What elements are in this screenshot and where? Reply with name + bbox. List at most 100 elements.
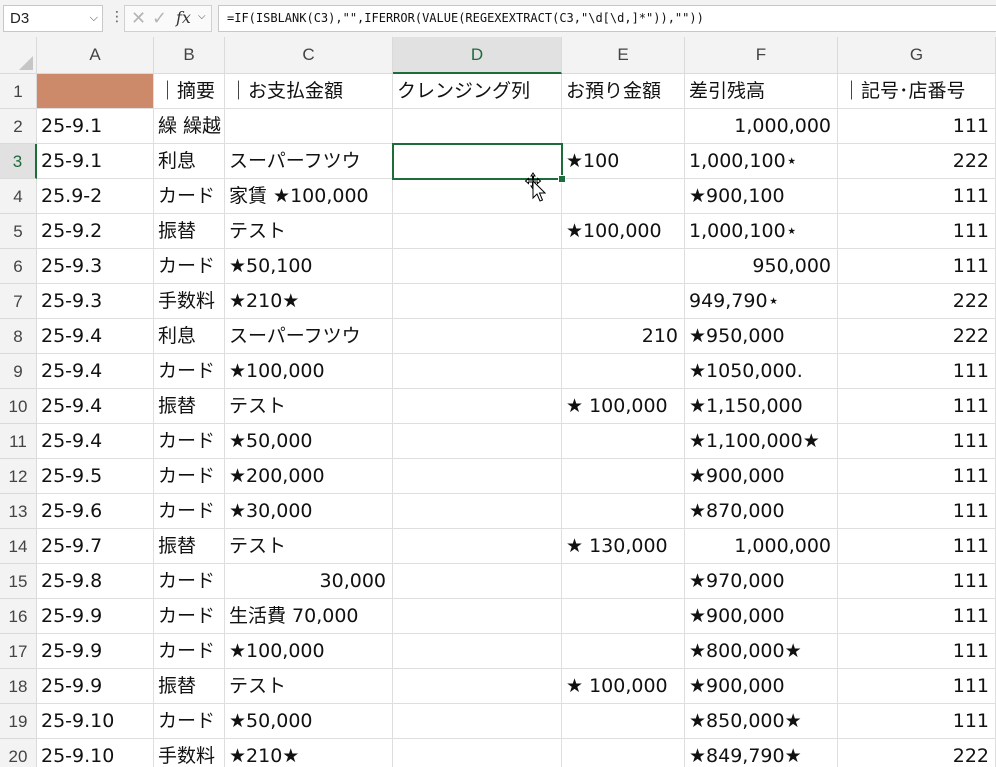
cell-c8[interactable]: スーパーフツウ [225, 319, 393, 354]
cell-b5[interactable]: 振替 [154, 214, 225, 249]
row-header-9[interactable]: 9 [0, 354, 37, 389]
cell-d8[interactable] [393, 319, 562, 354]
cell-d14[interactable] [393, 529, 562, 564]
cell-c2[interactable] [225, 109, 393, 144]
cell-f19[interactable]: ★850,000★ [685, 704, 838, 739]
cell-a20[interactable]: 25-9.10 [37, 739, 154, 767]
chevron-down-icon[interactable]: ⌵ [198, 11, 206, 22]
column-header-c[interactable]: C [225, 37, 393, 74]
cell-a6[interactable]: 25-9.3 [37, 249, 154, 284]
cell-a10[interactable]: 25-9.4 [37, 389, 154, 424]
cell-c11[interactable]: ★50,000 [225, 424, 393, 459]
cell-b2[interactable]: 繰 繰越 [154, 109, 225, 144]
cell-b11[interactable]: カード [154, 424, 225, 459]
cell-d18[interactable] [393, 669, 562, 704]
cell-g5[interactable]: 111 [838, 214, 996, 249]
cell-a17[interactable]: 25-9.9 [37, 634, 154, 669]
cell-b19[interactable]: カード [154, 704, 225, 739]
cell-f9[interactable]: ★1050,000. [685, 354, 838, 389]
cell-d10[interactable] [393, 389, 562, 424]
cell-d1[interactable]: クレンジング列 [393, 74, 562, 109]
cell-g20[interactable]: 222 [838, 739, 996, 767]
select-all-button[interactable] [0, 37, 37, 74]
row-header-8[interactable]: 8 [0, 319, 37, 354]
close-icon[interactable]: ✕ [131, 8, 146, 29]
cell-a8[interactable]: 25-9.4 [37, 319, 154, 354]
cell-g3[interactable]: 222 [838, 144, 996, 179]
cell-c12[interactable]: ★200,000 [225, 459, 393, 494]
row-header-14[interactable]: 14 [0, 529, 37, 564]
cell-f2[interactable]: 1,000,000 [685, 109, 838, 144]
cell-a7[interactable]: 25-9.3 [37, 284, 154, 319]
cell-g11[interactable]: 111 [838, 424, 996, 459]
cell-e1[interactable]: お預り金額 [562, 74, 685, 109]
cell-c14[interactable]: テスト [225, 529, 393, 564]
cell-c13[interactable]: ★30,000 [225, 494, 393, 529]
cell-b20[interactable]: 手数料 [154, 739, 225, 767]
cell-a12[interactable]: 25-9.5 [37, 459, 154, 494]
row-header-17[interactable]: 17 [0, 634, 37, 669]
cell-f18[interactable]: ★900,000 [685, 669, 838, 704]
row-header-7[interactable]: 7 [0, 284, 37, 319]
column-header-e[interactable]: E [562, 37, 685, 74]
cell-d12[interactable] [393, 459, 562, 494]
cell-a9[interactable]: 25-9.4 [37, 354, 154, 389]
row-header-11[interactable]: 11 [0, 424, 37, 459]
cell-f5[interactable]: 1,000,100⋆ [685, 214, 838, 249]
cell-g4[interactable]: 111 [838, 179, 996, 214]
cell-g10[interactable]: 111 [838, 389, 996, 424]
cell-b7[interactable]: 手数料 [154, 284, 225, 319]
cell-e18[interactable]: ★ 100,000 [562, 669, 685, 704]
cell-g15[interactable]: 111 [838, 564, 996, 599]
cell-f15[interactable]: ★970,000 [685, 564, 838, 599]
chevron-down-icon[interactable]: ⌵ [90, 6, 98, 31]
cell-g2[interactable]: 111 [838, 109, 996, 144]
cell-c10[interactable]: テスト [225, 389, 393, 424]
cell-c15[interactable]: 30,000 [225, 564, 393, 599]
row-header-12[interactable]: 12 [0, 459, 37, 494]
cell-f17[interactable]: ★800,000★ [685, 634, 838, 669]
cell-e16[interactable] [562, 599, 685, 634]
cell-c6[interactable]: ★50,100 [225, 249, 393, 284]
insert-function-button[interactable]: fx [176, 8, 191, 27]
row-header-13[interactable]: 13 [0, 494, 37, 529]
cell-c17[interactable]: ★100,000 [225, 634, 393, 669]
cell-b9[interactable]: カード [154, 354, 225, 389]
cell-e11[interactable] [562, 424, 685, 459]
cell-f20[interactable]: ★849,790★ [685, 739, 838, 767]
cell-b16[interactable]: カード [154, 599, 225, 634]
cell-b15[interactable]: カード [154, 564, 225, 599]
cell-b18[interactable]: 振替 [154, 669, 225, 704]
cell-c3[interactable]: スーパーフツウ [225, 144, 393, 179]
cell-a3[interactable]: 25-9.1 [37, 144, 154, 179]
row-header-16[interactable]: 16 [0, 599, 37, 634]
cell-b1[interactable]: ｜摘要 [154, 74, 225, 109]
cell-e10[interactable]: ★ 100,000 [562, 389, 685, 424]
cell-f3[interactable]: 1,000,100⋆ [685, 144, 838, 179]
cell-d9[interactable] [393, 354, 562, 389]
cell-g14[interactable]: 111 [838, 529, 996, 564]
row-header-2[interactable]: 2 [0, 109, 37, 144]
cell-c4[interactable]: 家賃 ★100,000 [225, 179, 393, 214]
cell-e8[interactable]: 210 [562, 319, 685, 354]
row-header-15[interactable]: 15 [0, 564, 37, 599]
cell-b14[interactable]: 振替 [154, 529, 225, 564]
cell-g1[interactable]: ｜記号･店番号 [838, 74, 996, 109]
more-options-icon[interactable]: ⋮ [110, 9, 124, 25]
cell-b6[interactable]: カード [154, 249, 225, 284]
cell-a2[interactable]: 25-9.1 [37, 109, 154, 144]
formula-input[interactable]: =IF(ISBLANK(C3),"",IFERROR(VALUE(REGEXEX… [218, 5, 996, 32]
cell-e2[interactable] [562, 109, 685, 144]
cell-e4[interactable] [562, 179, 685, 214]
cell-c7[interactable]: ★210★ [225, 284, 393, 319]
cell-e12[interactable] [562, 459, 685, 494]
cell-g8[interactable]: 222 [838, 319, 996, 354]
cell-d7[interactable] [393, 284, 562, 319]
cell-e5[interactable]: ★100,000 [562, 214, 685, 249]
cell-b10[interactable]: 振替 [154, 389, 225, 424]
cell-g17[interactable]: 111 [838, 634, 996, 669]
cell-f1[interactable]: 差引残高 [685, 74, 838, 109]
cell-f12[interactable]: ★900,000 [685, 459, 838, 494]
cell-e7[interactable] [562, 284, 685, 319]
cell-f8[interactable]: ★950,000 [685, 319, 838, 354]
